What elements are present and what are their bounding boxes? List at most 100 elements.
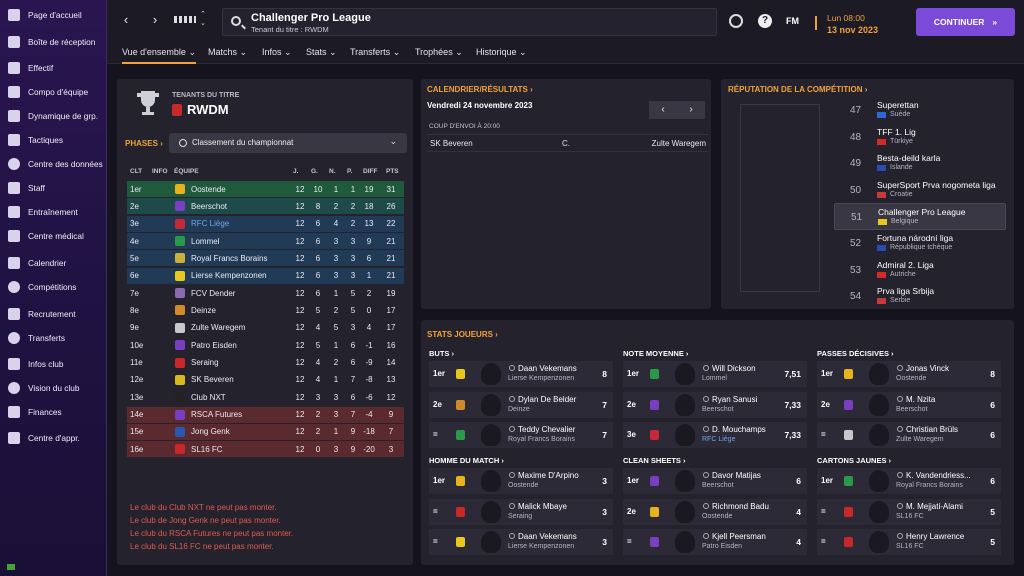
player-club[interactable]: SL16 FC: [896, 543, 924, 550]
stat-row[interactable]: 1er Daan Vekemans Lierse Kempenzonen 8: [429, 361, 613, 387]
player-name[interactable]: M. Nzita: [906, 395, 935, 404]
reputation-row[interactable]: 54 Prva liga Srbija Serbie: [834, 283, 1006, 310]
chevron-updown-icon[interactable]: ⌃ ⌄: [200, 10, 206, 28]
row-team[interactable]: Beerschot: [191, 202, 227, 211]
title-holders-team[interactable]: RWDM: [187, 102, 229, 117]
stat-row[interactable]: 1er K. Vandendriess... Royal Francs Borain…: [817, 468, 1001, 494]
stat-row[interactable]: = M. Mejjati-Alami SL16 FC 5: [817, 498, 1001, 525]
player-club[interactable]: Royal Francs Borains: [508, 436, 575, 443]
club-selector-icon[interactable]: [174, 16, 196, 23]
player-name[interactable]: Maxime D'Arpino: [518, 471, 579, 480]
away-team[interactable]: Zulte Waregem: [652, 139, 706, 148]
player-name[interactable]: Will Dickson: [712, 364, 756, 373]
table-row[interactable]: 13e Club NXT 12 3 3 6 -6 12: [127, 389, 404, 405]
player-name[interactable]: Daan Vekemans: [518, 532, 577, 541]
player-name[interactable]: K. Vandendriess...: [906, 471, 971, 480]
table-row[interactable]: 14e RSCA Futures 12 2 3 7 -4 9: [127, 406, 404, 423]
stat-row[interactable]: 1er Davor Matijas Beerschot 6: [623, 468, 807, 494]
player-club[interactable]: Royal Francs Borains: [896, 482, 963, 489]
reputation-row[interactable]: 50 SuperSport Prva nogometa liga Croatie: [834, 177, 1006, 204]
player-name[interactable]: Henry Lawrence: [906, 532, 964, 541]
stat-row[interactable]: 2e Richmond Badu Oostende 4: [623, 498, 807, 525]
row-team[interactable]: Seraing: [191, 358, 219, 367]
player-name[interactable]: Jonas Vinck: [906, 364, 949, 373]
tab-transfers[interactable]: Transferts ⌄: [350, 47, 400, 58]
stat-heading-yellow-cards[interactable]: CARTONS JAUNES ›: [817, 456, 891, 465]
sidebar-item-learning[interactable]: Centre d'appr.: [0, 427, 107, 449]
stat-heading-player-of-match[interactable]: HOMME DU MATCH ›: [429, 456, 504, 465]
forward-button[interactable]: ›: [148, 12, 162, 28]
player-name[interactable]: Dylan De Belder: [518, 395, 576, 404]
sidebar-item-scouting[interactable]: Recrutement: [0, 303, 107, 325]
stat-row[interactable]: 3e D. Mouchamps RFC Liège 7,33: [623, 422, 807, 449]
competition-name[interactable]: Superettan: [877, 100, 919, 110]
competition-name[interactable]: SuperSport Prva nogometa liga: [877, 180, 996, 190]
tab-overview[interactable]: Vue d'ensemble ⌄: [122, 47, 196, 64]
search-input[interactable]: Challenger Pro League Tenant du titre : …: [222, 8, 717, 36]
tab-trophies[interactable]: Trophées ⌄: [415, 47, 463, 58]
competition-name[interactable]: Fortuna národní liga: [877, 233, 953, 243]
sidebar-item-medical[interactable]: Centre médical: [0, 225, 107, 247]
player-club[interactable]: Oostende: [702, 513, 732, 520]
player-club[interactable]: Oostende: [896, 375, 926, 382]
reputation-row[interactable]: 51 Challenger Pro League Belgique: [834, 203, 1006, 231]
player-club[interactable]: Seraing: [508, 513, 532, 520]
competition-name[interactable]: Besta-deild karla: [877, 153, 940, 163]
row-team[interactable]: Lommel: [191, 237, 219, 246]
table-row[interactable]: 11e Seraing 12 4 2 6 -9 14: [127, 355, 404, 371]
table-row[interactable]: 8e Deinze 12 5 2 5 0 17: [127, 302, 404, 318]
player-club[interactable]: Beerschot: [896, 406, 928, 413]
competition-name[interactable]: TFF 1. Lig: [877, 127, 916, 137]
table-row[interactable]: 10e Patro Eisden 12 5 1 6 -1 16: [127, 337, 404, 353]
phase-select[interactable]: Classement du championnat ⌄: [169, 133, 407, 153]
fixture-row[interactable]: SK Beveren C. Zulte Waregem: [427, 134, 709, 152]
player-name[interactable]: Richmond Badu: [712, 502, 769, 511]
tab-info[interactable]: Infos ⌄: [262, 47, 292, 58]
row-team[interactable]: Royal Francs Borains: [191, 254, 267, 263]
fm-menu-button[interactable]: FM: [786, 14, 804, 28]
player-club[interactable]: Deinze: [508, 406, 530, 413]
next-button[interactable]: ›: [677, 101, 705, 119]
table-row[interactable]: 3e RFC Liège 12 6 4 2 13 22: [127, 215, 404, 232]
tab-stats[interactable]: Stats ⌄: [306, 47, 337, 58]
player-name[interactable]: D. Mouchamps: [712, 425, 766, 434]
stat-row[interactable]: 1er Jonas Vinck Oostende 8: [817, 361, 1001, 387]
sidebar-item-squad[interactable]: Effectif: [0, 57, 107, 79]
player-club[interactable]: Lierse Kempenzonen: [508, 375, 574, 382]
stat-heading-assists[interactable]: PASSES DÉCISIVES ›: [817, 349, 894, 358]
sidebar-item-club-vision[interactable]: Vision du club: [0, 377, 107, 399]
sidebar-item-finances[interactable]: Finances: [0, 401, 107, 423]
col-header-lost[interactable]: P.: [347, 168, 352, 175]
table-row[interactable]: 6e Lierse Kempenzonen 12 6 3 3 1 21: [127, 267, 404, 284]
sidebar-item-training[interactable]: Entraînement: [0, 201, 107, 223]
player-club[interactable]: Lommel: [702, 375, 727, 382]
row-team[interactable]: SL16 FC: [191, 445, 223, 454]
col-header-won[interactable]: G.: [311, 168, 318, 175]
table-row[interactable]: 1er Oostende 12 10 1 1 19 31: [127, 181, 404, 197]
stat-row[interactable]: 2e Ryan Sanusi Beerschot 7,33: [623, 391, 807, 418]
player-name[interactable]: Ryan Sanusi: [712, 395, 757, 404]
row-team[interactable]: RSCA Futures: [191, 410, 242, 419]
table-row[interactable]: 9e Zulte Waregem 12 4 5 3 4 17: [127, 320, 404, 336]
row-team[interactable]: Patro Eisden: [191, 341, 237, 350]
stat-row[interactable]: = Kjell Peersman Patro Eisden 4: [623, 529, 807, 556]
stat-row[interactable]: 2e Dylan De Belder Deinze 7: [429, 391, 613, 418]
stat-row[interactable]: 1er Will Dickson Lommel 7,51: [623, 361, 807, 387]
social-feed-icon[interactable]: [729, 14, 743, 28]
tab-history[interactable]: Historique ⌄: [476, 47, 527, 58]
sidebar-item-transfers[interactable]: Transferts: [0, 327, 107, 349]
col-header-played[interactable]: J.: [293, 168, 298, 175]
row-team[interactable]: FCV Dender: [191, 289, 235, 298]
fixtures-title[interactable]: CALENDRIER/RÉSULTATS ›: [427, 85, 533, 94]
stat-row[interactable]: = Malick Mbaye Seraing 3: [429, 498, 613, 525]
reputation-row[interactable]: 47 Superettan Suède: [834, 97, 1006, 124]
competition-name[interactable]: Prva liga Srbija: [877, 286, 934, 296]
sidebar-item-competitions[interactable]: Compétitions: [0, 276, 107, 298]
player-name[interactable]: Davor Matijas: [712, 471, 761, 480]
col-header-diff[interactable]: DIFF: [363, 168, 377, 175]
row-team[interactable]: Zulte Waregem: [191, 323, 245, 332]
player-name[interactable]: M. Mejjati-Alami: [906, 502, 963, 511]
player-club[interactable]: Beerschot: [702, 406, 734, 413]
player-name[interactable]: Malick Mbaye: [518, 502, 567, 511]
table-row[interactable]: 12e SK Beveren 12 4 1 7 -8 13: [127, 372, 404, 388]
